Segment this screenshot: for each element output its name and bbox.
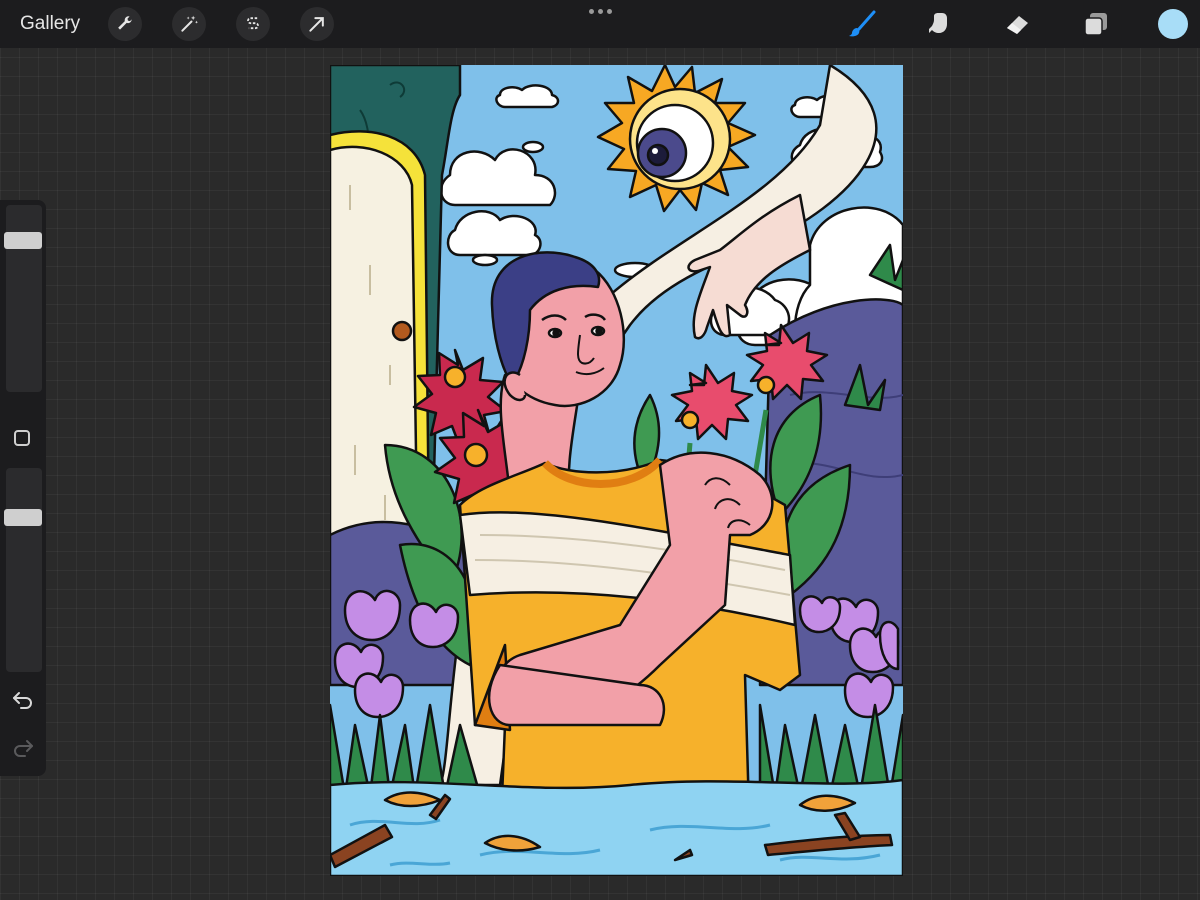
dot [597,8,603,14]
modify-button[interactable] [14,430,30,446]
water [330,778,903,876]
brush-tool-button[interactable] [846,8,878,40]
brush-size-thumb[interactable] [4,232,42,250]
gallery-button[interactable]: Gallery [20,13,80,35]
wrench-icon [118,16,133,30]
undo-icon[interactable] [12,690,34,710]
magic-wand-icon [181,15,198,32]
brush-icon [849,10,876,37]
top-toolbar: Gallery [0,0,1200,48]
smudge-tool-button[interactable] [924,8,956,40]
drawing-canvas[interactable] [330,65,903,876]
adjustments-button[interactable] [172,7,206,41]
eraser-tool-button[interactable] [1002,8,1034,40]
transform-button[interactable] [300,7,334,41]
redo-icon[interactable] [12,738,34,758]
actions-button[interactable] [108,7,142,41]
opacity-thumb[interactable] [4,509,42,527]
dot [588,8,594,14]
eraser-icon [1007,16,1028,34]
artwork-illustration [330,65,903,876]
arrow-cursor-icon [309,17,324,32]
layers-button[interactable] [1080,8,1112,40]
side-toolbar [0,200,46,776]
layers-icon [1084,13,1107,36]
ellipsis-icon[interactable] [585,6,615,16]
smudge-finger-icon [929,13,947,33]
opacity-slider[interactable] [6,468,42,672]
color-swatch-button[interactable] [1158,9,1188,39]
selection-s-icon [247,17,259,30]
selection-button[interactable] [236,7,270,41]
dot [606,8,612,14]
